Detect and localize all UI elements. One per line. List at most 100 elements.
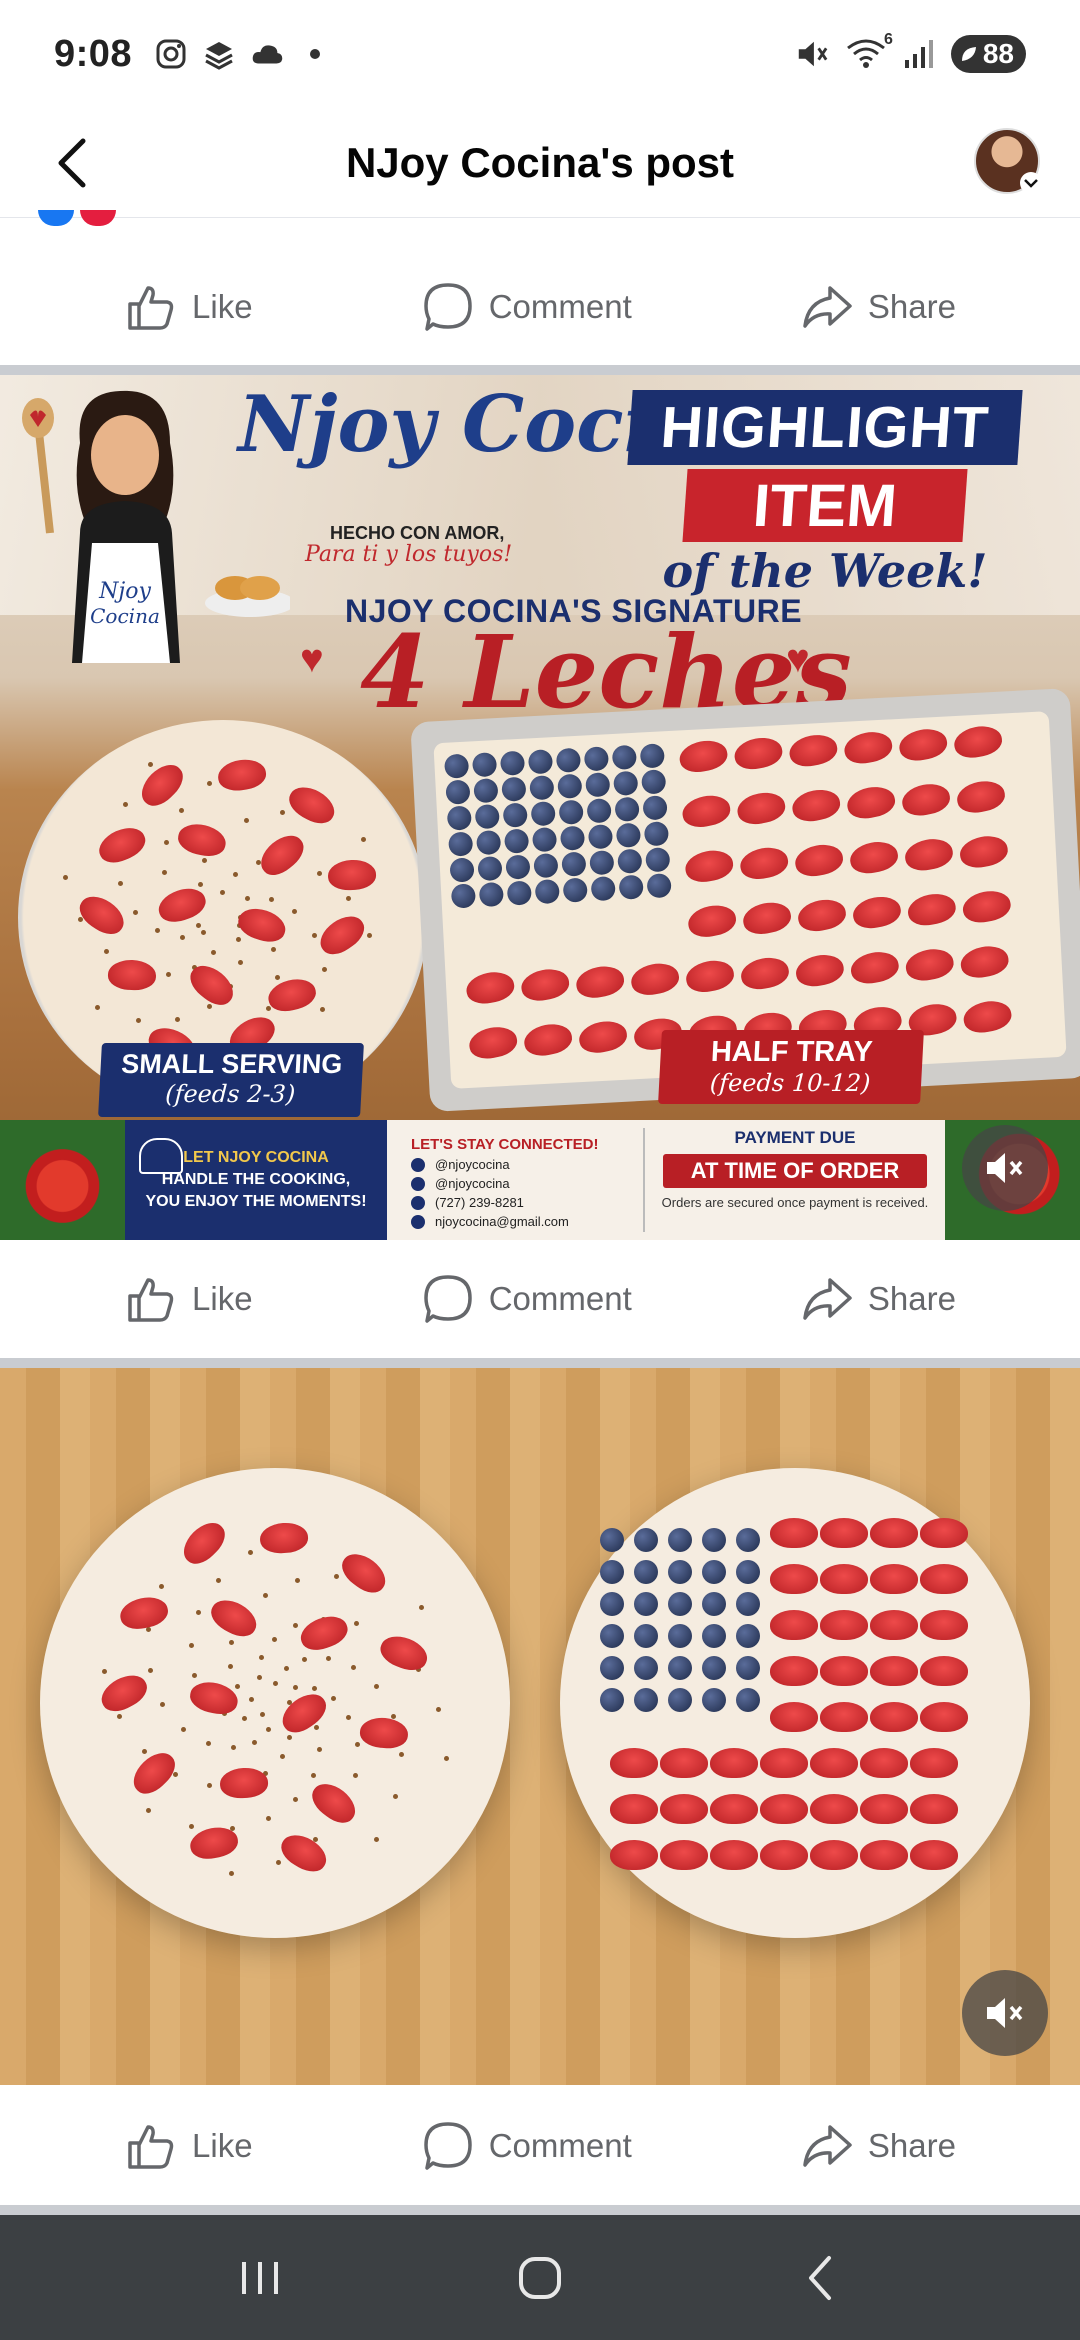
blueberry bbox=[555, 747, 582, 773]
strawberry-slice bbox=[107, 959, 157, 991]
strawberry-slice bbox=[910, 1840, 958, 1870]
thumbs-up-icon bbox=[128, 286, 174, 330]
thumbs-up-icon bbox=[128, 1278, 174, 1322]
strawberry-slice bbox=[305, 1776, 363, 1830]
cinnamon-dot bbox=[275, 1859, 281, 1865]
mute-button[interactable] bbox=[962, 1125, 1048, 1211]
strawberry-slice bbox=[234, 903, 290, 947]
half-tray-sub: (feeds 10-12) bbox=[709, 1069, 872, 1097]
cinnamon-dot bbox=[273, 1680, 279, 1686]
strawberry-slice bbox=[795, 895, 849, 935]
blueberry bbox=[478, 881, 504, 908]
share-button[interactable]: Share bbox=[800, 1272, 956, 1326]
back-arrow-icon bbox=[58, 138, 86, 187]
small-serving-label: SMALL SERVING (feeds 2-3) bbox=[98, 1043, 364, 1117]
cinnamon-dot bbox=[165, 971, 171, 977]
mute-button[interactable] bbox=[962, 1970, 1048, 2056]
blueberry bbox=[600, 1560, 624, 1584]
strawberry-slice bbox=[920, 1610, 968, 1640]
cinnamon-dot bbox=[219, 889, 225, 895]
reaction-icons bbox=[38, 210, 116, 226]
divider bbox=[0, 1358, 1080, 1368]
blueberry bbox=[502, 802, 528, 828]
strawberry-slice bbox=[961, 997, 1014, 1037]
blueberry bbox=[449, 857, 475, 883]
blueberry bbox=[736, 1688, 760, 1712]
apron-text: Njoy bbox=[98, 579, 151, 604]
blueberry bbox=[531, 827, 558, 853]
cinnamon-dot bbox=[160, 1701, 166, 1707]
cinnamon-dot bbox=[279, 810, 285, 816]
cinnamon-dot bbox=[345, 895, 351, 901]
strawberry-slice bbox=[951, 722, 1005, 762]
cinnamon-dot bbox=[317, 1747, 323, 1753]
cinnamon-dot bbox=[196, 923, 202, 929]
like-button[interactable]: Like bbox=[124, 280, 253, 334]
comment-button[interactable]: Comment bbox=[421, 280, 632, 334]
heart-icon: ♥ bbox=[786, 637, 810, 681]
cinnamon-dot bbox=[418, 1605, 424, 1611]
home-button[interactable] bbox=[480, 2228, 600, 2328]
strawberry-slice bbox=[920, 1656, 968, 1686]
strawberry-slice bbox=[660, 1748, 708, 1778]
like-button[interactable]: Like bbox=[124, 2119, 253, 2173]
like-label: Like bbox=[192, 1280, 253, 1317]
battery-saver-icon bbox=[961, 47, 976, 61]
cinnamon-dot bbox=[263, 1592, 269, 1598]
comment-button[interactable]: Comment bbox=[421, 2119, 632, 2173]
comment-button[interactable]: Comment bbox=[421, 1272, 632, 1326]
strawberry-slice bbox=[335, 1546, 393, 1600]
cinnamon-dot bbox=[373, 1836, 379, 1842]
strawberry-slice bbox=[810, 1794, 858, 1824]
contact-row: @njoycocina bbox=[411, 1155, 643, 1174]
strawberry-slice bbox=[820, 1656, 868, 1686]
volume-mute-icon bbox=[987, 1153, 1023, 1183]
contact-email: njoycocina@gmail.com bbox=[435, 1214, 569, 1229]
logo-tagline: HECHO CON AMOR, bbox=[330, 523, 505, 543]
strawberry-slice bbox=[860, 1748, 908, 1778]
blueberry bbox=[600, 1688, 624, 1712]
strawberry-slice bbox=[738, 954, 792, 993]
post-image-promo[interactable]: Njoy Cocina Njoy Cocina HECHO CON AMOR, … bbox=[0, 375, 1080, 1240]
share-button[interactable]: Share bbox=[800, 280, 956, 334]
strawberry-slice bbox=[676, 736, 730, 776]
strawberry-slice bbox=[792, 841, 846, 880]
blueberry bbox=[736, 1528, 760, 1552]
blueberry bbox=[668, 1560, 692, 1584]
strawberry-slice bbox=[844, 783, 898, 822]
strawberry-slice bbox=[770, 1610, 818, 1640]
strawberry-slice bbox=[841, 728, 895, 767]
cinnamon-dot bbox=[117, 880, 123, 886]
strawberry-slice bbox=[770, 1564, 818, 1594]
strawberry-slice bbox=[860, 1840, 908, 1870]
system-nav-bar bbox=[0, 2215, 1080, 2340]
strawberry-slice bbox=[154, 883, 210, 927]
strawberry-slice bbox=[259, 1521, 309, 1555]
blueberry bbox=[736, 1656, 760, 1680]
blueberry bbox=[529, 775, 555, 801]
dot-icon bbox=[298, 37, 332, 71]
divider bbox=[0, 365, 1080, 375]
strawberry-slice bbox=[117, 1593, 171, 1633]
cinnamon-dot bbox=[271, 1636, 277, 1642]
wifi-icon: 6 bbox=[843, 31, 893, 71]
apron-text: Cocina bbox=[90, 604, 160, 628]
nav-back-button[interactable] bbox=[760, 2228, 880, 2328]
share-button[interactable]: Share bbox=[800, 2119, 956, 2173]
back-button[interactable] bbox=[28, 108, 118, 218]
like-button[interactable]: Like bbox=[124, 1272, 253, 1326]
cinnamon-dot bbox=[201, 930, 207, 936]
battery-level: 88 bbox=[982, 38, 1014, 69]
action-bar: Like Comment Share bbox=[0, 2087, 1080, 2205]
strawberry-slice bbox=[275, 1828, 333, 1878]
blueberry bbox=[561, 851, 587, 877]
chevron-down-icon[interactable] bbox=[1020, 172, 1042, 194]
strawberry-slice bbox=[660, 1794, 708, 1824]
blueberry bbox=[586, 798, 612, 824]
strawberry-slice bbox=[265, 974, 319, 1016]
recent-apps-button[interactable] bbox=[200, 2228, 320, 2328]
post-image-photo[interactable] bbox=[0, 1368, 1080, 2085]
strawberry-slice bbox=[905, 890, 959, 929]
cinnamon-dot bbox=[353, 1773, 359, 1779]
cinnamon-dot bbox=[235, 1684, 241, 1690]
